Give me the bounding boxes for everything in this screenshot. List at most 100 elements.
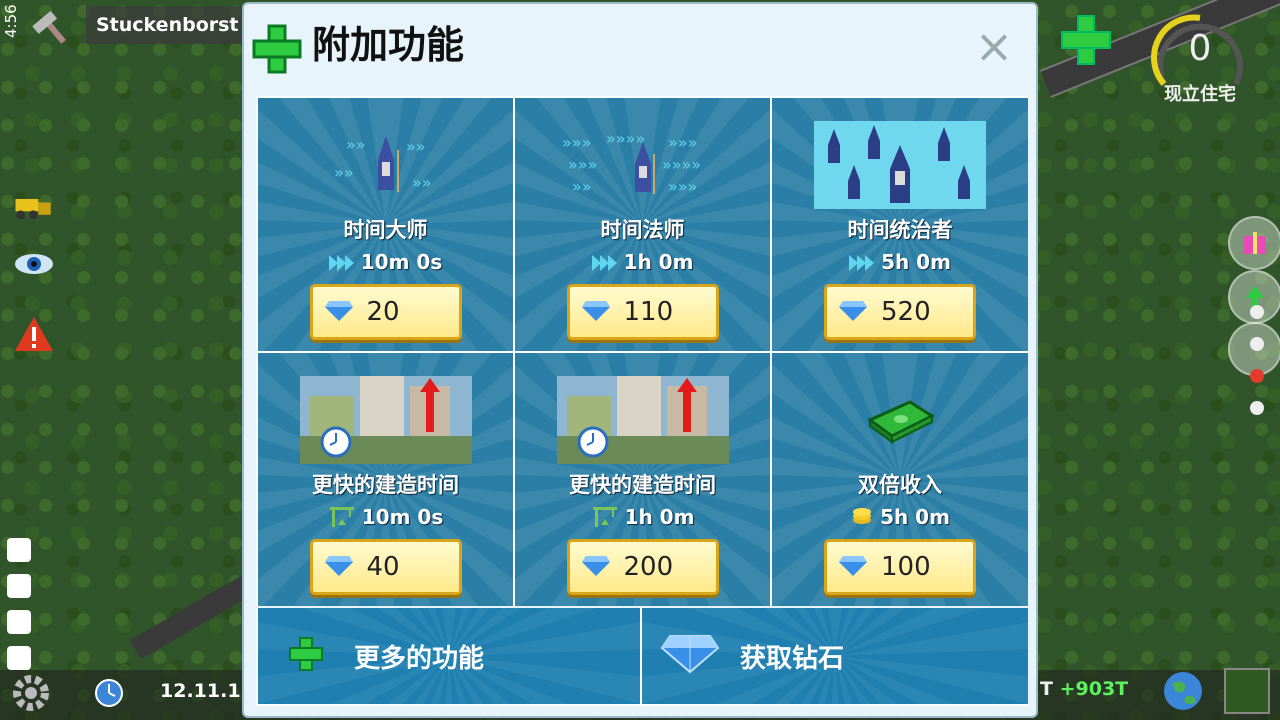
eye-icon[interactable] [12, 246, 56, 282]
diamond-icon [839, 554, 867, 580]
crane-icon [328, 505, 356, 532]
feature-tile-time-master[interactable]: »» »» »» »» 时间大师 10m 0s 20 [258, 98, 513, 351]
feature-name: 更快的建造时间 [312, 473, 459, 497]
add-icon[interactable] [1058, 12, 1114, 68]
side-button[interactable] [7, 538, 31, 562]
side-button[interactable] [7, 574, 31, 598]
buy-button[interactable]: 40 [309, 539, 462, 595]
diamond-icon [581, 299, 610, 325]
feature-tile-faster-build[interactable]: 更快的建造时间 10m 0s 40 [258, 353, 513, 606]
duration-text: 1h 0m [624, 505, 695, 529]
status-time: 4:56 [2, 4, 20, 38]
buy-button[interactable]: 110 [566, 284, 719, 340]
price-value: 520 [881, 297, 931, 327]
page-dot [1250, 401, 1264, 415]
svg-text:»»»: »»» [668, 133, 697, 152]
feature-tile-time-ruler[interactable]: 时间统治者 5h 0m 520 [772, 98, 1028, 351]
city-arrow-icon [556, 375, 729, 465]
diamond-icon [324, 554, 353, 580]
page-dot [1250, 305, 1264, 319]
feature-name: 时间统治者 [847, 218, 953, 242]
globe-icon[interactable] [1160, 668, 1206, 714]
fast-forward-icon [591, 252, 618, 276]
features-grid: »» »» »» »» 时间大师 10m 0s 20 »»» »»»» »»» … [256, 96, 1028, 606]
dialog-actions: 更多的功能 获取钻石 [256, 608, 1028, 706]
income-value: +903T [1059, 678, 1129, 700]
diamond-icon [660, 634, 720, 678]
duration-text: 5h 0m [881, 250, 951, 274]
feature-duration: 1h 0m [515, 505, 770, 532]
buy-button[interactable]: 100 [824, 539, 976, 595]
city-arrow-icon [299, 375, 472, 465]
buy-button[interactable]: 200 [566, 539, 719, 595]
feature-tile-time-mage[interactable]: »»»»»»»»»» »»»»»»» »»»»» 时间法师 1h 0m 110 [515, 98, 770, 351]
side-button[interactable] [7, 646, 31, 670]
price-value: 110 [623, 297, 674, 327]
svg-text:»»: »» [406, 137, 426, 156]
svg-text:»»: »» [572, 177, 592, 196]
income: T +903T [1040, 678, 1128, 700]
plus-icon [250, 22, 304, 76]
svg-text:»»: »» [412, 173, 432, 192]
feature-duration: 10m 0s [258, 250, 513, 276]
svg-text:»»»: »»» [562, 133, 591, 152]
feature-duration: 1h 0m [515, 250, 770, 276]
buy-button[interactable]: 20 [309, 284, 462, 340]
feature-duration: 10m 0s [258, 505, 513, 532]
feature-tile-faster-build[interactable]: 更快的建造时间 1h 0m 200 [515, 353, 770, 606]
price-value: 200 [623, 552, 674, 582]
wizard-icon [814, 120, 986, 210]
warning-icon[interactable] [12, 316, 56, 352]
duration-text: 5h 0m [880, 505, 950, 529]
diamond-icon [581, 554, 610, 580]
extras-dialog: 附加功能 × »» »» »» »» 时间大师 10m 0s 20 »»» »»… [242, 2, 1038, 718]
duration-text: 10m 0s [361, 505, 444, 529]
coin-icon [850, 506, 874, 531]
diamond-icon [324, 299, 353, 325]
feature-tile-double-income[interactable]: 双倍收入 5h 0m 100 [772, 353, 1028, 606]
svg-text:»»: »» [334, 163, 354, 182]
feature-name: 更快的建造时间 [569, 473, 716, 497]
get-diamonds-label: 获取钻石 [740, 643, 845, 674]
wizard-icon: »» »» »» »» [300, 120, 472, 210]
fast-forward-icon [328, 252, 355, 276]
more-features-button[interactable]: 更多的功能 [258, 608, 640, 704]
clock-icon[interactable] [94, 678, 124, 708]
income-prefix: T [1040, 678, 1053, 700]
feature-name: 时间大师 [343, 218, 428, 242]
gift-icon [1244, 232, 1266, 254]
dialog-title: 附加功能 [312, 23, 465, 67]
money-icon [814, 375, 986, 465]
more-features-label: 更多的功能 [354, 643, 485, 674]
fast-forward-icon [849, 252, 875, 276]
diamond-icon [839, 299, 867, 325]
wizard-icon: »»»»»»»»»» »»»»»»» »»»»» [557, 120, 729, 210]
feature-name: 双倍收入 [858, 473, 942, 497]
price-value: 20 [366, 297, 400, 327]
buy-button[interactable]: 520 [824, 284, 976, 340]
get-diamonds-button[interactable]: 获取钻石 [642, 608, 1028, 704]
svg-text:»»»: »»» [568, 155, 597, 174]
close-button[interactable]: × [974, 23, 1014, 69]
feature-duration: 5h 0m [772, 250, 1028, 276]
game-date: 12.11.1 [160, 680, 241, 702]
page-dot-active [1250, 369, 1264, 383]
feature-duration: 5h 0m [772, 505, 1028, 531]
feature-name: 时间法师 [600, 218, 685, 242]
svg-text:»»: »» [346, 135, 366, 154]
bulldozer-icon[interactable] [12, 188, 56, 224]
gift-button[interactable] [1228, 216, 1280, 270]
population-label: 现立住宅 [1164, 84, 1236, 105]
svg-text:»»»»: »»»» [662, 155, 701, 174]
price-value: 100 [881, 552, 931, 582]
side-button[interactable] [7, 610, 31, 634]
price-value: 40 [366, 552, 400, 582]
minimap[interactable] [1224, 668, 1270, 714]
population-value: 0 [1188, 28, 1212, 69]
duration-text: 10m 0s [360, 250, 443, 274]
svg-text:»»»: »»» [668, 177, 697, 196]
svg-text:»»»»: »»»» [606, 130, 645, 148]
settings-gear-icon[interactable] [8, 670, 54, 716]
plus-icon [288, 636, 324, 676]
hammer-icon[interactable] [30, 10, 74, 46]
